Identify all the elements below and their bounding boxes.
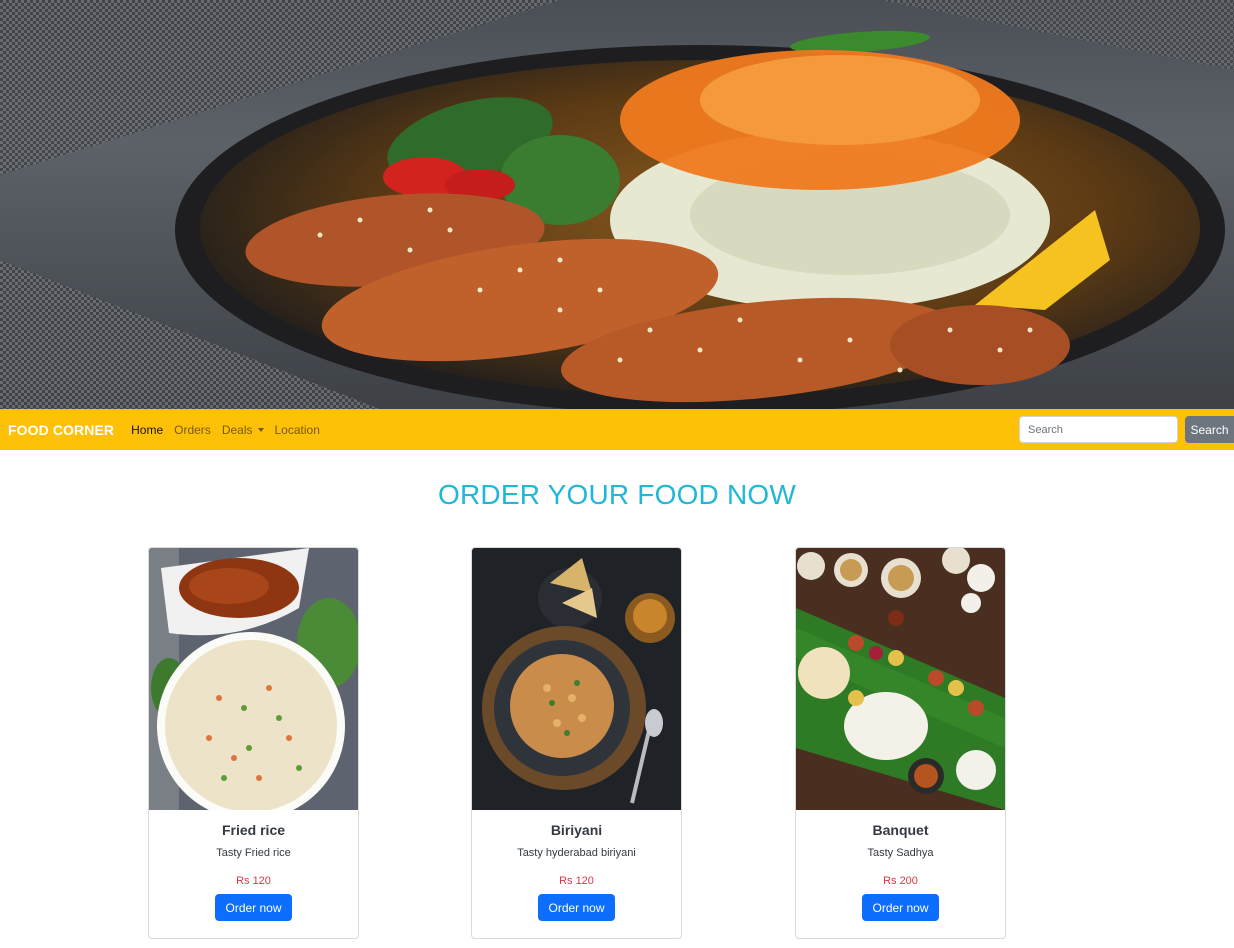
nav-link-deals-dropdown[interactable]: Deals (222, 423, 264, 437)
order-now-button[interactable]: Order now (862, 894, 939, 921)
food-cards: Fried rice Tasty Fried rice Rs 120 Order… (0, 547, 1234, 939)
biriyani-image (472, 548, 681, 810)
banquet-image (796, 548, 1005, 810)
card-title: Banquet (872, 822, 929, 838)
nav-link-home[interactable]: Home (131, 423, 163, 437)
card-body: Fried rice Tasty Fried rice Rs 120 Order… (149, 822, 358, 921)
nav-link-orders[interactable]: Orders (174, 423, 211, 437)
nav-links: Home Orders Deals Location (131, 423, 331, 437)
brand-logo[interactable]: FOOD CORNER (8, 422, 114, 438)
card-title: Biriyani (550, 822, 603, 838)
search-form: Search (1019, 416, 1234, 443)
card-description: Tasty hyderabad biriyani (517, 847, 636, 859)
food-card-banquet: Banquet Tasty Sadhya Rs 200 Order now (795, 547, 1006, 939)
card-description: Tasty Sadhya (867, 847, 934, 859)
chevron-down-icon (257, 428, 264, 433)
card-body: Banquet Tasty Sadhya Rs 200 Order now (796, 822, 1005, 921)
hero-image (0, 0, 1234, 409)
food-card-fried-rice: Fried rice Tasty Fried rice Rs 120 Order… (148, 547, 359, 939)
nav-link-deals-label: Deals (221, 422, 253, 437)
page-title: ORDER YOUR FOOD NOW (438, 479, 796, 510)
card-title: Fried rice (221, 822, 286, 838)
food-card-biriyani: Biriyani Tasty hyderabad biriyani Rs 120… (471, 547, 682, 939)
fried-rice-image (149, 548, 358, 810)
navbar: FOOD CORNER Home Orders Deals Location S… (0, 409, 1234, 450)
search-button[interactable]: Search (1185, 416, 1234, 443)
card-description: Tasty Fried rice (216, 847, 291, 859)
hero-food-plate-illustration (0, 0, 1234, 409)
card-price: Rs 120 (559, 875, 594, 887)
card-body: Biriyani Tasty hyderabad biriyani Rs 120… (472, 822, 681, 921)
order-now-button[interactable]: Order now (215, 894, 292, 921)
card-price: Rs 200 (883, 875, 918, 887)
nav-link-location[interactable]: Location (275, 423, 320, 437)
card-price: Rs 120 (236, 875, 271, 887)
order-now-button[interactable]: Order now (538, 894, 615, 921)
search-input[interactable] (1019, 416, 1178, 443)
